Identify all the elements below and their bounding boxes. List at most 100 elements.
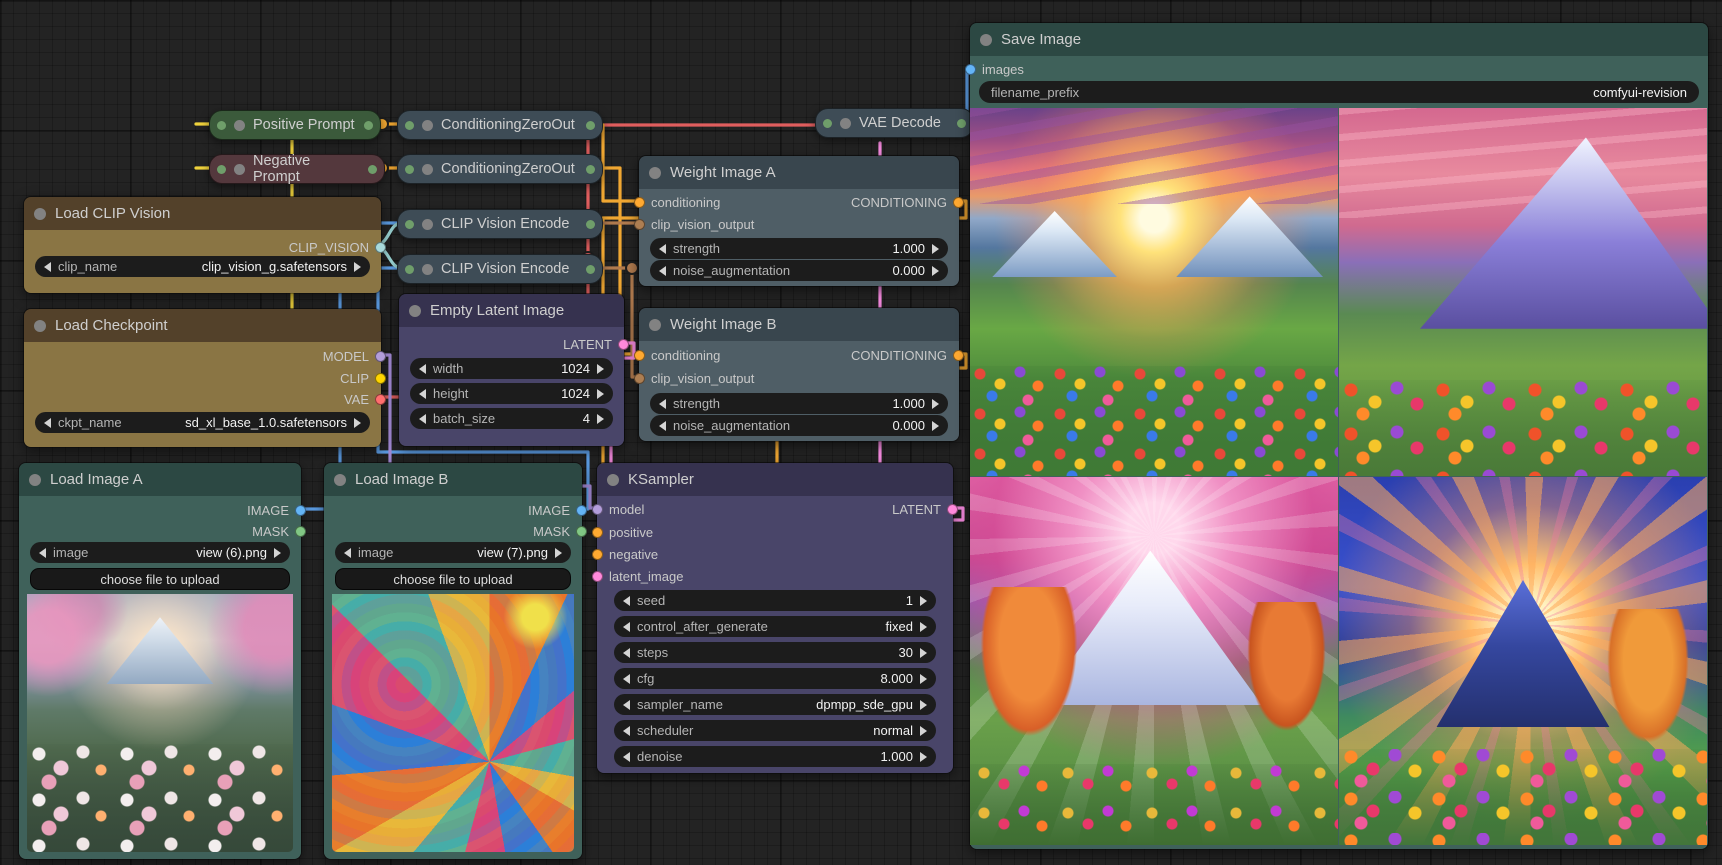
- next-value-icon[interactable]: [354, 262, 361, 272]
- latent-port-dot[interactable]: [947, 504, 958, 515]
- next-value-icon[interactable]: [274, 548, 281, 558]
- prev-value-icon[interactable]: [39, 548, 46, 558]
- node-header[interactable]: Weight Image B: [639, 308, 959, 341]
- increment-icon[interactable]: [597, 389, 604, 399]
- mask-port-dot[interactable]: [576, 526, 587, 537]
- node-vae-decode[interactable]: VAE Decode: [815, 108, 974, 138]
- conditioning-port-dot[interactable]: [634, 350, 645, 361]
- collapse-toggle-icon[interactable]: [840, 118, 851, 129]
- collapse-toggle-icon[interactable]: [649, 319, 661, 331]
- next-value-icon[interactable]: [920, 726, 927, 736]
- decrement-icon[interactable]: [623, 648, 630, 658]
- prev-value-icon[interactable]: [623, 622, 630, 632]
- collapsed-output-dot[interactable]: [586, 265, 595, 274]
- decrement-icon[interactable]: [659, 399, 666, 409]
- node-header[interactable]: Load Image B: [324, 463, 582, 496]
- decrement-icon[interactable]: [419, 389, 426, 399]
- prev-value-icon[interactable]: [44, 418, 51, 428]
- collapsed-input-dot[interactable]: [405, 220, 414, 229]
- node-header[interactable]: Empty Latent Image: [399, 294, 624, 327]
- increment-icon[interactable]: [932, 421, 939, 431]
- collapse-toggle-icon[interactable]: [422, 120, 433, 131]
- widget-clip-name[interactable]: clip_name clip_vision_g.safetensors: [35, 256, 370, 277]
- collapsed-output-dot[interactable]: [957, 119, 966, 128]
- image-port-dot[interactable]: [576, 505, 587, 516]
- next-value-icon[interactable]: [920, 622, 927, 632]
- conditioning-port-dot[interactable]: [953, 350, 964, 361]
- node-header[interactable]: Load Image A: [19, 463, 301, 496]
- conditioning-port-dot[interactable]: [592, 527, 603, 538]
- collapse-toggle-icon[interactable]: [422, 264, 433, 275]
- collapse-toggle-icon[interactable]: [29, 474, 41, 486]
- prev-value-icon[interactable]: [623, 700, 630, 710]
- increment-icon[interactable]: [920, 752, 927, 762]
- node-conditioning-zero-out-1[interactable]: ConditioningZeroOut: [397, 110, 603, 140]
- collapse-toggle-icon[interactable]: [34, 208, 46, 220]
- node-header[interactable]: Load CLIP Vision: [24, 197, 381, 230]
- increment-icon[interactable]: [932, 266, 939, 276]
- collapsed-output-dot[interactable]: [586, 121, 595, 130]
- conditioning-port-dot[interactable]: [592, 549, 603, 560]
- node-header[interactable]: Load Checkpoint: [24, 309, 381, 342]
- collapse-toggle-icon[interactable]: [34, 320, 46, 332]
- collapsed-input-dot[interactable]: [405, 121, 414, 130]
- decrement-icon[interactable]: [419, 414, 426, 424]
- collapsed-output-dot[interactable]: [368, 165, 377, 174]
- next-value-icon[interactable]: [354, 418, 361, 428]
- decrement-icon[interactable]: [659, 421, 666, 431]
- decrement-icon[interactable]: [623, 596, 630, 606]
- vae-port-dot[interactable]: [375, 394, 386, 405]
- node-load-clip-vision[interactable]: Load CLIP Vision CLIP_VISION clip_name c…: [23, 196, 382, 294]
- collapsed-input-dot[interactable]: [405, 165, 414, 174]
- widget-denoise[interactable]: denoise 1.000: [614, 746, 936, 767]
- node-positive-prompt[interactable]: Positive Prompt: [209, 110, 381, 140]
- node-load-image-b[interactable]: Load Image B IMAGE MASK image view (7).p…: [323, 462, 583, 860]
- collapsed-input-dot[interactable]: [823, 119, 832, 128]
- increment-icon[interactable]: [597, 364, 604, 374]
- node-header[interactable]: Save Image: [970, 23, 1708, 56]
- widget-batch-size[interactable]: batch_size 4: [410, 408, 613, 429]
- widget-filename-prefix[interactable]: filename_prefix comfyui-revision: [979, 81, 1699, 103]
- widget-strength[interactable]: strength 1.000: [650, 393, 948, 414]
- latent-port-dot[interactable]: [592, 571, 603, 582]
- collapse-toggle-icon[interactable]: [607, 474, 619, 486]
- clip-port-dot[interactable]: [375, 373, 386, 384]
- node-negative-prompt[interactable]: Negative Prompt: [209, 154, 385, 184]
- collapsed-input-dot[interactable]: [217, 121, 226, 130]
- image-port-dot[interactable]: [965, 64, 976, 75]
- collapse-toggle-icon[interactable]: [334, 474, 346, 486]
- decrement-icon[interactable]: [659, 244, 666, 254]
- widget-steps[interactable]: steps 30: [614, 642, 936, 663]
- node-ksampler[interactable]: KSampler model positive negative latent_…: [596, 462, 954, 774]
- increment-icon[interactable]: [932, 399, 939, 409]
- clip-vision-output-port-dot[interactable]: [634, 219, 645, 230]
- choose-file-button[interactable]: choose file to upload: [335, 568, 571, 590]
- collapse-toggle-icon[interactable]: [980, 34, 992, 46]
- widget-sampler-name[interactable]: sampler_name dpmpp_sde_gpu: [614, 694, 936, 715]
- widget-ckpt-name[interactable]: ckpt_name sd_xl_base_1.0.safetensors: [35, 412, 370, 433]
- mask-port-dot[interactable]: [295, 526, 306, 537]
- increment-icon[interactable]: [932, 244, 939, 254]
- node-save-image[interactable]: Save Image images filename_prefix comfyu…: [969, 22, 1709, 850]
- conditioning-port-dot[interactable]: [634, 197, 645, 208]
- decrement-icon[interactable]: [623, 674, 630, 684]
- collapse-toggle-icon[interactable]: [422, 164, 433, 175]
- node-header[interactable]: KSampler: [597, 463, 953, 496]
- model-port-dot[interactable]: [375, 351, 386, 362]
- widget-width[interactable]: width 1024: [410, 358, 613, 379]
- latent-port-dot[interactable]: [618, 339, 629, 350]
- node-weight-image-b[interactable]: Weight Image B conditioning clip_vision_…: [638, 307, 960, 442]
- next-value-icon[interactable]: [920, 700, 927, 710]
- collapse-toggle-icon[interactable]: [234, 120, 245, 131]
- widget-cfg[interactable]: cfg 8.000: [614, 668, 936, 689]
- widget-seed[interactable]: seed 1: [614, 590, 936, 611]
- collapsed-input-dot[interactable]: [217, 165, 226, 174]
- widget-noise-augmentation[interactable]: noise_augmentation 0.000: [650, 415, 948, 436]
- widget-image[interactable]: image view (6).png: [30, 542, 290, 563]
- collapse-toggle-icon[interactable]: [234, 164, 245, 175]
- decrement-icon[interactable]: [659, 266, 666, 276]
- clip-vision-output-port-dot[interactable]: [634, 373, 645, 384]
- widget-height[interactable]: height 1024: [410, 383, 613, 404]
- prev-value-icon[interactable]: [623, 726, 630, 736]
- collapsed-input-dot[interactable]: [405, 265, 414, 274]
